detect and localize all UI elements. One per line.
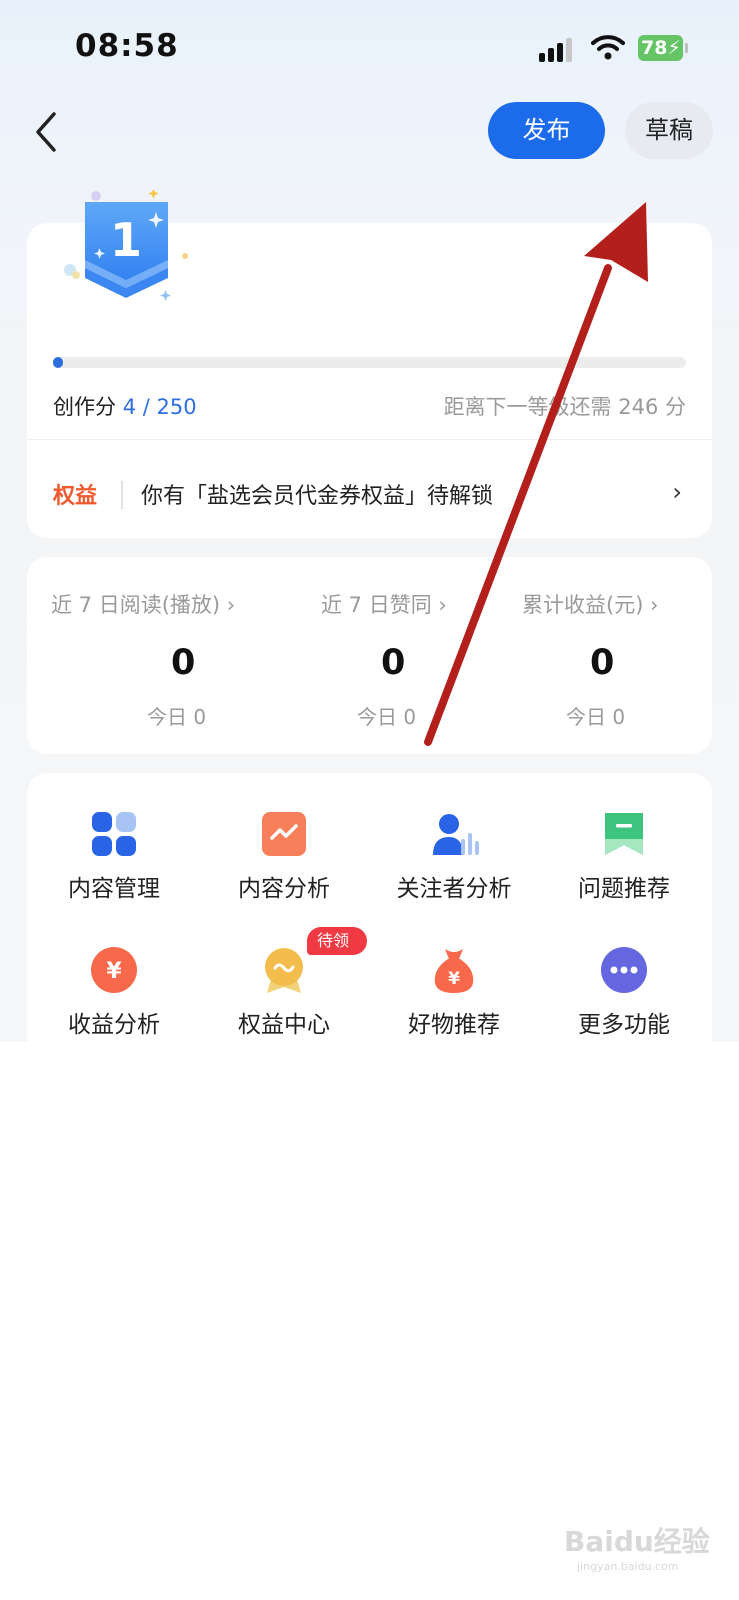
money-bag-icon: ¥ <box>434 949 474 993</box>
battery-icon: 78⚡ <box>638 35 688 61</box>
score-row: 创作分 4 / 250 <box>53 391 197 421</box>
tool-content-analysis[interactable]: 内容分析 <box>197 809 367 929</box>
battery-level: 78 <box>641 37 668 59</box>
tool-label: 问题推荐 <box>578 876 670 902</box>
divider <box>27 439 712 440</box>
stat-today: 今日 0 <box>357 705 417 729</box>
tool-label: 收益分析 <box>68 1012 160 1038</box>
stat-likes[interactable]: 近 7 日赞同 › 0 今日 0 <box>321 557 549 754</box>
svg-text:¥: ¥ <box>448 969 460 989</box>
yuan-coin-icon: ¥ <box>91 947 137 993</box>
tool-rights-center[interactable]: 权益中心 待领取 <box>197 927 367 1065</box>
publish-button[interactable]: 发布 <box>488 102 605 159</box>
tool-label: 好物推荐 <box>408 1012 500 1038</box>
stat-value: 0 <box>171 643 196 683</box>
watermark-url: jingyan.baidu.com <box>577 1560 679 1573</box>
stat-reads[interactable]: 近 7 日阅读(播放) › 0 今日 0 <box>51 557 279 754</box>
tools-card: 内容管理 内容分析 关注者分析 问题推荐 ¥ 收益分析 权益中心 待领取 ¥ 好… <box>27 773 712 1042</box>
signal-icon <box>539 36 577 62</box>
svg-text:¥: ¥ <box>106 959 122 984</box>
stat-label: 累计收益(元) › <box>522 593 659 617</box>
unclaimed-badge: 待领取 <box>307 927 367 978</box>
status-bar: 08:58 78⚡ <box>0 0 739 100</box>
rights-text[interactable]: 你有「盐选会员代金券权益」待解锁 <box>141 478 493 510</box>
tool-earnings-analysis[interactable]: ¥ 收益分析 <box>27 945 197 1065</box>
watermark-logo: Baidu经验 <box>564 1525 710 1558</box>
next-level-text: 距离下一等级还需 246 分 <box>443 395 686 419</box>
more-dots-icon <box>601 947 647 993</box>
trend-chart-icon <box>262 812 306 856</box>
stat-label: 近 7 日阅读(播放) › <box>51 593 236 617</box>
tool-content-management[interactable]: 内容管理 <box>27 809 197 929</box>
stat-earnings[interactable]: 累计收益(元) › 0 今日 0 <box>522 557 739 754</box>
tool-label: 关注者分析 <box>396 876 512 902</box>
chevron-right-icon[interactable]: › <box>672 478 682 506</box>
level-progress-fill <box>53 357 64 368</box>
level-badge-icon: 1 <box>64 190 188 301</box>
stat-label: 近 7 日赞同 › <box>321 593 447 617</box>
follower-chart-icon <box>433 814 479 855</box>
rights-separator <box>121 481 123 509</box>
tool-label: 内容管理 <box>68 876 160 902</box>
chevron-left-icon[interactable] <box>30 110 62 154</box>
status-time: 08:58 <box>75 28 179 64</box>
badge-number: 1 <box>110 213 142 267</box>
stat-value: 0 <box>381 643 406 683</box>
bookmark-icon <box>605 813 643 855</box>
tool-label: 权益中心 <box>238 1012 330 1038</box>
rights-tag: 权益 <box>53 484 98 509</box>
tool-label: 内容分析 <box>238 876 330 902</box>
stat-today: 今日 0 <box>566 705 626 729</box>
tool-follower-analysis[interactable]: 关注者分析 <box>367 809 537 929</box>
grid-icon <box>92 812 136 856</box>
score-label: 创作分 <box>53 395 116 419</box>
stats-card: 近 7 日阅读(播放) › 0 今日 0 近 7 日赞同 › 0 今日 0 累计… <box>27 557 712 754</box>
stat-value: 0 <box>590 643 615 683</box>
stat-today: 今日 0 <box>147 705 207 729</box>
score-value: 4 / 250 <box>122 395 197 419</box>
draft-button[interactable]: 草稿 <box>625 102 713 159</box>
wifi-icon <box>591 35 625 60</box>
tool-product-recommend[interactable]: ¥ 好物推荐 <box>367 945 537 1065</box>
level-progress-bar <box>53 357 686 368</box>
tool-more-features[interactable]: 更多功能 <box>537 945 707 1065</box>
tool-label: 更多功能 <box>578 1012 670 1038</box>
tool-question-recommend[interactable]: 问题推荐 <box>537 809 707 929</box>
medal-icon <box>265 948 303 993</box>
